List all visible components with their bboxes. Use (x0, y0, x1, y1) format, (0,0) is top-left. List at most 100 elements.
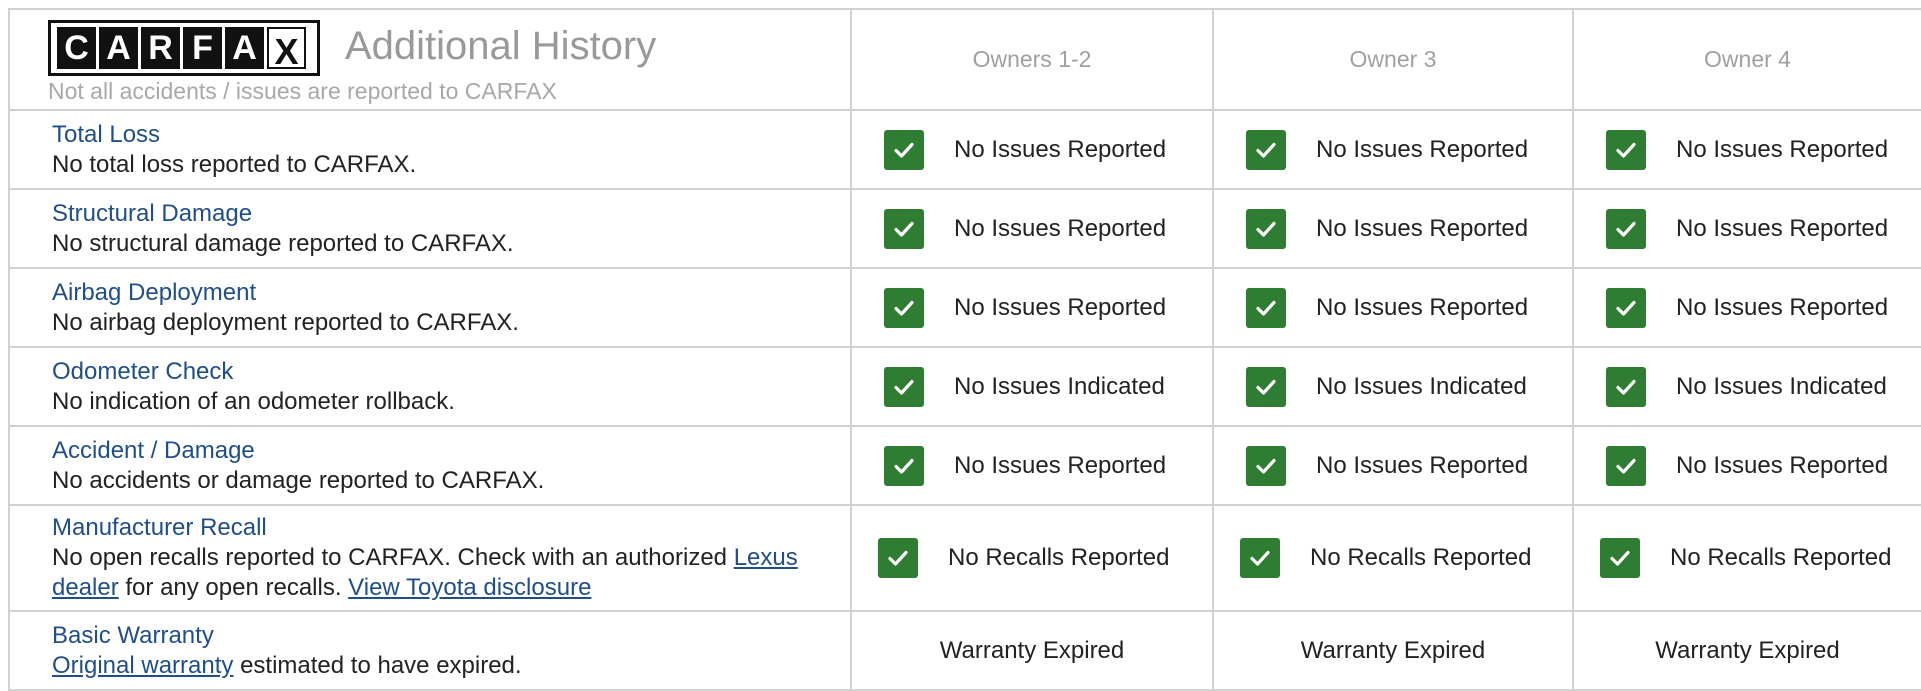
carfax-logo: C A R F A X (48, 20, 320, 76)
checkmark-icon (1606, 208, 1646, 249)
table-row: Manufacturer Recall No open recalls repo… (8, 504, 1921, 612)
section-title: Additional History (345, 24, 657, 68)
logo-letter: X (267, 27, 306, 70)
checkmark-icon (1600, 538, 1640, 578)
checkmark-icon (1246, 287, 1286, 328)
description-text: for any open recalls. (118, 574, 349, 601)
status-cell: No Issues Reported (1572, 267, 1921, 348)
logo-letter: R (141, 27, 180, 69)
row-description: No accidents or damage reported to CARFA… (52, 466, 545, 494)
row-title: Accident / Damage (52, 436, 255, 464)
status-cell: No Recalls Reported (1572, 504, 1921, 612)
status-text: No Issues Reported (954, 451, 1167, 479)
checkmark-icon (884, 287, 924, 328)
section-note: Not all accidents / issues are reported … (48, 78, 557, 104)
description-text: No open recalls reported to CARFAX. Chec… (52, 544, 734, 571)
row-description: No total loss reported to CARFAX. (52, 150, 417, 178)
row-description: Original warranty estimated to have expi… (52, 651, 850, 681)
row-title: Odometer Check (52, 357, 234, 385)
status-text: No Issues Reported (1676, 451, 1889, 479)
table-row: Airbag Deployment No airbag deployment r… (8, 267, 1921, 348)
row-label-cell: Basic Warranty Original warranty estimat… (8, 610, 852, 691)
status-cell: No Issues Reported (1572, 188, 1921, 269)
checkmark-icon (1240, 538, 1280, 578)
checkmark-icon (1246, 129, 1286, 170)
row-title: Airbag Deployment (52, 278, 257, 306)
checkmark-icon (878, 538, 918, 578)
warranty-status: Warranty Expired (1572, 610, 1921, 691)
status-cell: No Issues Indicated (1212, 346, 1574, 427)
status-text: No Issues Indicated (954, 372, 1165, 400)
row-title: Basic Warranty (52, 621, 214, 649)
table-row: Odometer Check No indication of an odome… (8, 346, 1921, 427)
status-cell: No Issues Reported (850, 425, 1214, 506)
row-title: Manufacturer Recall (52, 514, 267, 541)
original-warranty-link[interactable]: Original warranty (52, 652, 233, 679)
table-row: Accident / Damage No accidents or damage… (8, 425, 1921, 506)
status-text: No Issues Reported (954, 135, 1167, 163)
status-cell: No Issues Reported (1572, 425, 1921, 506)
status-text: No Issues Reported (1676, 214, 1889, 242)
toyota-disclosure-link[interactable]: View Toyota disclosure (348, 574, 591, 601)
status-text: No Issues Reported (954, 293, 1167, 321)
row-title: Total Loss (52, 120, 161, 148)
checkmark-icon (1606, 287, 1646, 328)
status-text: No Issues Reported (1316, 293, 1529, 321)
status-text: No Recalls Reported (1670, 544, 1892, 571)
checkmark-icon (1606, 366, 1646, 407)
row-description: No open recalls reported to CARFAX. Chec… (52, 543, 850, 603)
table-row: Structural Damage No structural damage r… (8, 188, 1921, 269)
owner-column-header: Owner 4 (1572, 8, 1921, 111)
logo-letter: C (57, 27, 96, 69)
status-text: No Issues Reported (1316, 214, 1529, 242)
status-cell: No Recalls Reported (850, 504, 1214, 612)
status-cell: No Issues Indicated (1572, 346, 1921, 427)
checkmark-icon (1246, 445, 1286, 486)
logo-letter: A (225, 27, 264, 69)
row-label-cell: Structural Damage No structural damage r… (8, 188, 852, 269)
status-cell: No Issues Reported (1212, 267, 1574, 348)
table-header-row: C A R F A X Additional History Not all a… (8, 8, 1921, 111)
status-cell: No Issues Reported (1212, 109, 1574, 190)
owner-column-header: Owners 1-2 (850, 8, 1214, 111)
status-text: No Issues Indicated (1676, 372, 1887, 400)
warranty-status: Warranty Expired (1212, 610, 1574, 691)
status-cell: No Issues Reported (1212, 188, 1574, 269)
checkmark-icon (884, 129, 924, 170)
checkmark-icon (1246, 366, 1286, 407)
status-cell: No Issues Reported (1572, 109, 1921, 190)
status-text: No Issues Reported (1676, 135, 1889, 163)
logo-letter: F (183, 27, 222, 69)
owner-column-header: Owner 3 (1212, 8, 1574, 111)
checkmark-icon (884, 445, 924, 486)
row-label-cell: Accident / Damage No accidents or damage… (8, 425, 852, 506)
status-text: No Recalls Reported (948, 544, 1170, 571)
row-description: No airbag deployment reported to CARFAX. (52, 308, 519, 336)
status-cell: No Issues Reported (850, 188, 1214, 269)
status-text: No Issues Reported (1316, 451, 1529, 479)
status-text: No Issues Indicated (1316, 372, 1527, 400)
status-text: No Issues Reported (954, 214, 1167, 242)
table-row: Total Loss No total loss reported to CAR… (8, 109, 1921, 190)
checkmark-icon (1606, 129, 1646, 170)
brand-header-cell: C A R F A X Additional History Not all a… (8, 8, 852, 111)
row-description: No indication of an odometer rollback. (52, 387, 455, 415)
description-text: estimated to have expired. (233, 651, 522, 679)
table-row: Basic Warranty Original warranty estimat… (8, 610, 1921, 691)
logo-letter: A (99, 27, 138, 69)
status-cell: No Issues Reported (850, 109, 1214, 190)
warranty-status: Warranty Expired (850, 610, 1214, 691)
row-label-cell: Odometer Check No indication of an odome… (8, 346, 852, 427)
checkmark-icon (884, 366, 924, 407)
status-text: No Issues Reported (1316, 135, 1529, 163)
status-cell: No Issues Reported (850, 267, 1214, 348)
row-title: Structural Damage (52, 199, 253, 227)
status-cell: No Issues Indicated (850, 346, 1214, 427)
status-text: No Issues Reported (1676, 293, 1889, 321)
status-cell: No Issues Reported (1212, 425, 1574, 506)
checkmark-icon (884, 208, 924, 249)
row-label-cell: Total Loss No total loss reported to CAR… (8, 109, 852, 190)
row-label-cell: Manufacturer Recall No open recalls repo… (8, 504, 852, 612)
row-label-cell: Airbag Deployment No airbag deployment r… (8, 267, 852, 348)
additional-history-section: C A R F A X Additional History Not all a… (8, 8, 1921, 691)
